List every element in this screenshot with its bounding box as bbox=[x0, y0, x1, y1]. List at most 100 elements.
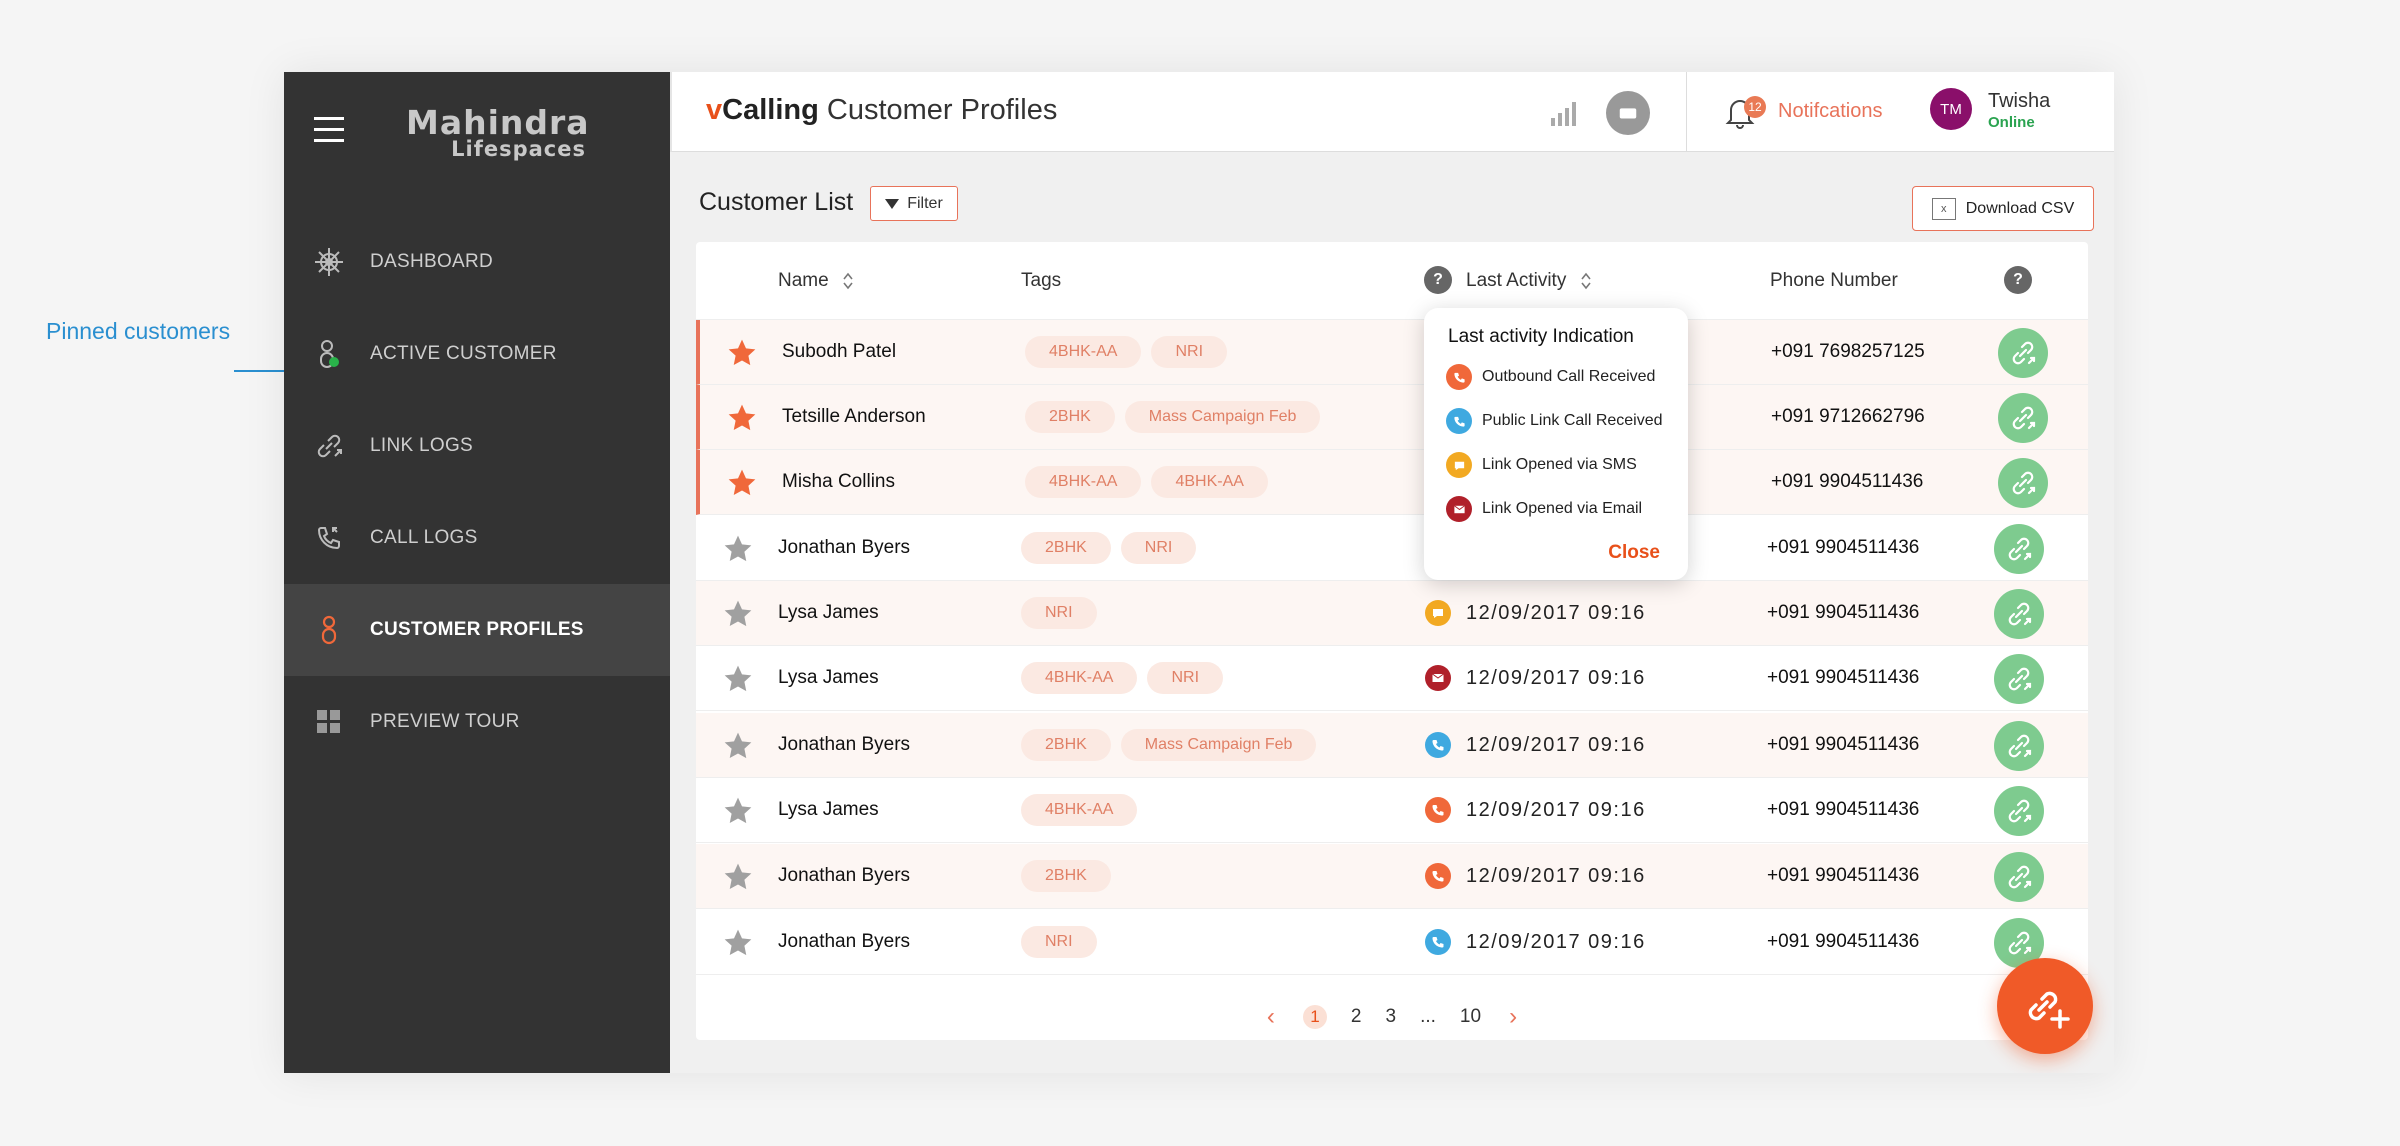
star-icon[interactable] bbox=[722, 861, 754, 893]
prev-page-button[interactable]: ‹ bbox=[1267, 1003, 1275, 1031]
phone-number: +091 7698257125 bbox=[1771, 341, 1925, 362]
send-link-button[interactable] bbox=[1994, 524, 2044, 574]
star-icon[interactable] bbox=[722, 730, 754, 762]
star-icon[interactable] bbox=[722, 795, 754, 827]
table-row[interactable]: Jonathan Byers 2BHK Mass Campaign Feb 12/09… bbox=[696, 713, 2088, 778]
send-link-button[interactable] bbox=[1998, 328, 2048, 378]
link-icon bbox=[312, 429, 346, 463]
table-row[interactable]: Lysa James NRI 12/09/2017 09:16 +091 990451… bbox=[696, 581, 2088, 646]
pinned-star-icon[interactable] bbox=[726, 467, 758, 499]
add-link-button[interactable] bbox=[1997, 958, 2093, 1054]
star-icon[interactable] bbox=[722, 663, 754, 695]
email-icon bbox=[1446, 496, 1472, 522]
page-10-button[interactable]: 10 bbox=[1460, 1006, 1481, 1028]
outbound-call-icon bbox=[1425, 863, 1451, 889]
page-2-button[interactable]: 2 bbox=[1351, 1006, 1362, 1028]
table-row[interactable]: Jonathan Byers NRI 12/09/2017 09:16 +091 99… bbox=[696, 910, 2088, 975]
pinned-star-icon[interactable] bbox=[726, 402, 758, 434]
column-header-phone: Phone Number bbox=[1770, 270, 1898, 291]
page-3-button[interactable]: 3 bbox=[1386, 1006, 1397, 1028]
activity-help-button[interactable]: ? bbox=[1424, 266, 1452, 294]
table-row[interactable]: Jonathan Byers 2BHK 12/09/2017 09:16 +091 9… bbox=[696, 844, 2088, 909]
table-row[interactable]: Jonathan Byers 2BHK NRI +091 9904511436 bbox=[696, 516, 2088, 581]
tag-list: NRI bbox=[1021, 926, 1107, 958]
sidebar-item-active-customer[interactable]: ACTIVE CUSTOMER bbox=[284, 308, 670, 400]
legend-item: Link Opened via Email bbox=[1446, 496, 1642, 522]
help-icon[interactable]: ? bbox=[2004, 266, 2032, 294]
send-link-button[interactable] bbox=[1994, 852, 2044, 902]
tag-chip: 4BHK-AA bbox=[1025, 466, 1142, 498]
profile-icon bbox=[312, 613, 346, 647]
legend-item: Link Opened via SMS bbox=[1446, 452, 1637, 478]
customer-name[interactable]: Subodh Patel bbox=[782, 341, 896, 363]
activity-legend-popover: Last activity Indication Outbound Call R… bbox=[1424, 308, 1688, 580]
sidebar-item-customer-profiles[interactable]: CUSTOMER PROFILES bbox=[284, 584, 670, 676]
phone-number: +091 9904511436 bbox=[1767, 602, 1920, 623]
page-1-button[interactable]: 1 bbox=[1302, 1005, 1327, 1029]
table-row[interactable]: Subodh Patel 4BHK-AA NRI +091 7698257125 bbox=[696, 320, 2088, 385]
link-icon bbox=[2008, 865, 2032, 889]
link-icon bbox=[2012, 406, 2036, 430]
sidebar-item-preview-tour[interactable]: PREVIEW TOUR bbox=[284, 676, 670, 768]
customer-name[interactable]: Jonathan Byers bbox=[778, 865, 910, 887]
tag-chip: 4BHK-AA bbox=[1021, 794, 1138, 826]
sidebar-item-link-logs[interactable]: LINK LOGS bbox=[284, 400, 670, 492]
menu-icon[interactable] bbox=[314, 117, 344, 143]
customer-name[interactable]: Misha Collins bbox=[782, 471, 895, 493]
last-activity-time: 12/09/2017 09:16 bbox=[1466, 602, 1646, 624]
customer-name[interactable]: Lysa James bbox=[778, 602, 879, 624]
active-user-icon bbox=[312, 337, 346, 371]
customer-name[interactable]: Jonathan Byers bbox=[778, 734, 910, 756]
last-activity-time: 12/09/2017 09:16 bbox=[1466, 799, 1646, 821]
pinned-star-icon[interactable] bbox=[726, 337, 758, 369]
next-page-button[interactable]: › bbox=[1509, 1003, 1517, 1031]
send-link-button[interactable] bbox=[1998, 458, 2048, 508]
tag-chip: NRI bbox=[1120, 532, 1197, 564]
popover-title: Last activity Indication bbox=[1448, 326, 1634, 347]
star-icon[interactable] bbox=[722, 533, 754, 565]
send-link-button[interactable] bbox=[1994, 654, 2044, 704]
table-row[interactable]: Lysa James 4BHK-AA NRI 12/09/2017 09:16 +091… bbox=[696, 646, 2088, 711]
sidebar-item-dashboard[interactable]: DASHBOARD bbox=[284, 216, 670, 308]
phone-number: +091 9904511436 bbox=[1771, 471, 1924, 492]
customer-name[interactable]: Jonathan Byers bbox=[778, 931, 910, 953]
help-icon[interactable]: ? bbox=[1424, 266, 1452, 294]
tag-chip: 2BHK bbox=[1021, 532, 1111, 564]
avatar[interactable]: TM bbox=[1930, 88, 1972, 130]
user-name: Twisha bbox=[1988, 90, 2051, 112]
column-header-name[interactable]: Name bbox=[778, 270, 854, 292]
customer-name[interactable]: Lysa James bbox=[778, 667, 879, 689]
last-activity-time: 12/09/2017 09:16 bbox=[1466, 667, 1646, 689]
sort-icon[interactable] bbox=[842, 271, 854, 291]
table-help-button[interactable]: ? bbox=[2004, 266, 2032, 294]
sidebar: Mahindra Lifespaces DASHBOARD ACTIVE CUS… bbox=[284, 72, 670, 1073]
send-link-button[interactable] bbox=[1994, 786, 2044, 836]
sort-icon[interactable] bbox=[1580, 271, 1592, 291]
legend-item: Outbound Call Received bbox=[1446, 364, 1655, 390]
star-icon[interactable] bbox=[722, 598, 754, 630]
close-button[interactable]: Close bbox=[1608, 542, 1660, 564]
send-link-button[interactable] bbox=[1994, 721, 2044, 771]
send-link-button[interactable] bbox=[1994, 589, 2044, 639]
video-call-button[interactable] bbox=[1606, 91, 1650, 135]
column-header-last-activity[interactable]: Last Activity bbox=[1466, 270, 1592, 292]
send-link-button[interactable] bbox=[1998, 393, 2048, 443]
tag-chip: 2BHK bbox=[1025, 401, 1115, 433]
divider bbox=[1686, 72, 1687, 152]
star-icon[interactable] bbox=[722, 927, 754, 959]
table-row[interactable]: Tetsille Anderson 2BHK Mass Campaign Feb +0… bbox=[696, 385, 2088, 450]
sms-icon bbox=[1425, 600, 1451, 626]
top-bar: vCalling Customer Profiles 12 Notifcatio… bbox=[670, 72, 2114, 152]
customer-name[interactable]: Tetsille Anderson bbox=[782, 406, 926, 428]
table-row[interactable]: Misha Collins 4BHK-AA 4BHK-AA +091 99045114… bbox=[696, 450, 2088, 515]
customer-name[interactable]: Lysa James bbox=[778, 799, 879, 821]
filter-button[interactable]: Filter bbox=[870, 186, 958, 221]
notification-count-badge: 12 bbox=[1744, 96, 1766, 118]
download-csv-button[interactable]: x Download CSV bbox=[1912, 186, 2094, 231]
customer-name[interactable]: Jonathan Byers bbox=[778, 537, 910, 559]
tag-list: 4BHK-AA NRI bbox=[1025, 336, 1237, 368]
table-row[interactable]: Lysa James 4BHK-AA 12/09/2017 09:16 +091 99… bbox=[696, 778, 2088, 843]
call-log-icon bbox=[312, 521, 346, 555]
notifications-link[interactable]: Notifcations bbox=[1778, 100, 1883, 123]
sidebar-item-call-logs[interactable]: CALL LOGS bbox=[284, 492, 670, 584]
